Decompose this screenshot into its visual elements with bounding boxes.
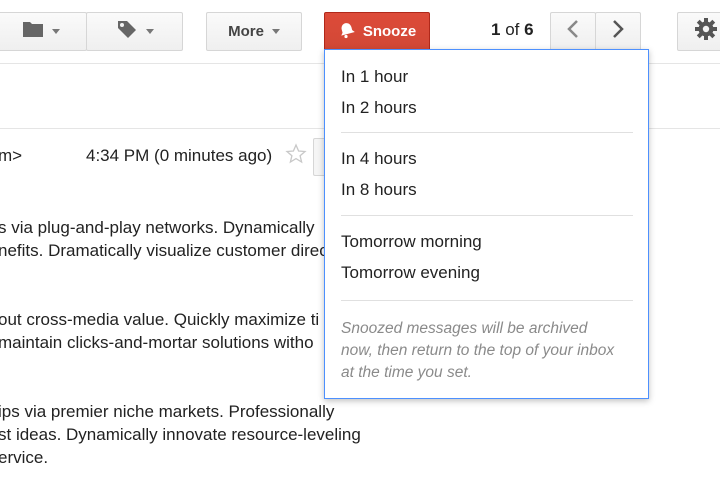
paragraph-line: ervice.: [0, 448, 49, 467]
message-paragraph: out cross-media value. Quickly maximize …: [0, 308, 319, 354]
gear-icon: [694, 17, 718, 46]
label-tag-icon: [116, 19, 138, 44]
snooze-option-tomorrow-evening[interactable]: Tomorrow evening: [341, 263, 480, 283]
settings-button[interactable]: [677, 12, 720, 51]
chevron-down-icon: [51, 29, 60, 34]
chevron-right-icon: [611, 19, 625, 44]
snooze-label: Snooze: [362, 23, 417, 40]
paragraph-line: out cross-media value. Quickly maximize …: [0, 310, 320, 329]
message-paragraph: ips via premier niche markets. Professio…: [0, 400, 361, 469]
snooze-option-tomorrow-morning[interactable]: Tomorrow morning: [341, 232, 482, 252]
more-label: More: [228, 23, 264, 40]
bell-icon: [338, 21, 356, 43]
snooze-option-8-hours[interactable]: In 8 hours: [341, 180, 417, 200]
move-to-folder-button[interactable]: [0, 12, 87, 51]
star-icon[interactable]: [285, 143, 307, 170]
pager-total: 6: [524, 20, 534, 39]
message-paragraph: s via plug-and-play networks. Dynamicall…: [0, 216, 328, 262]
chevron-down-icon: [271, 29, 280, 34]
pager-of: of: [505, 20, 520, 39]
paragraph-line: s via plug-and-play networks. Dynamicall…: [0, 218, 315, 237]
menu-separator: [341, 215, 633, 216]
paragraph-line: maintain clicks-and-mortar solutions wit…: [0, 333, 314, 352]
older-button[interactable]: [595, 12, 641, 51]
snooze-option-2-hours[interactable]: In 2 hours: [341, 98, 417, 118]
snooze-button[interactable]: Snooze: [324, 12, 430, 51]
pagination-count: 1 of 6: [491, 20, 534, 40]
paragraph-line: ips via premier niche markets. Professio…: [0, 402, 335, 421]
snooze-option-4-hours[interactable]: In 4 hours: [341, 149, 417, 169]
snooze-dropdown-menu: In 1 hour In 2 hours In 4 hours In 8 hou…: [324, 49, 649, 399]
note-line: now, then return to the top of your inbo…: [341, 342, 615, 359]
note-line: at the time you set.: [341, 364, 472, 381]
chevron-down-icon: [145, 29, 154, 34]
newer-button[interactable]: [550, 12, 596, 51]
menu-separator: [341, 132, 633, 133]
pager-current: 1: [491, 20, 501, 39]
sender-address: m>: [0, 146, 23, 165]
paragraph-line: st ideas. Dynamically innovate resource-…: [0, 425, 361, 444]
note-line: Snoozed messages will be archived: [341, 320, 588, 337]
folder-icon: [22, 20, 44, 43]
paragraph-line: nefits. Dramatically visualize customer …: [0, 241, 328, 260]
snooze-help-note: Snoozed messages will be archived now, t…: [341, 318, 641, 384]
snooze-option-1-hour[interactable]: In 1 hour: [341, 67, 408, 87]
labels-button[interactable]: [86, 12, 183, 51]
more-button[interactable]: More: [206, 12, 302, 51]
chevron-left-icon: [566, 19, 580, 44]
menu-separator: [341, 300, 633, 301]
message-timestamp: 4:34 PM (0 minutes ago): [86, 146, 273, 165]
